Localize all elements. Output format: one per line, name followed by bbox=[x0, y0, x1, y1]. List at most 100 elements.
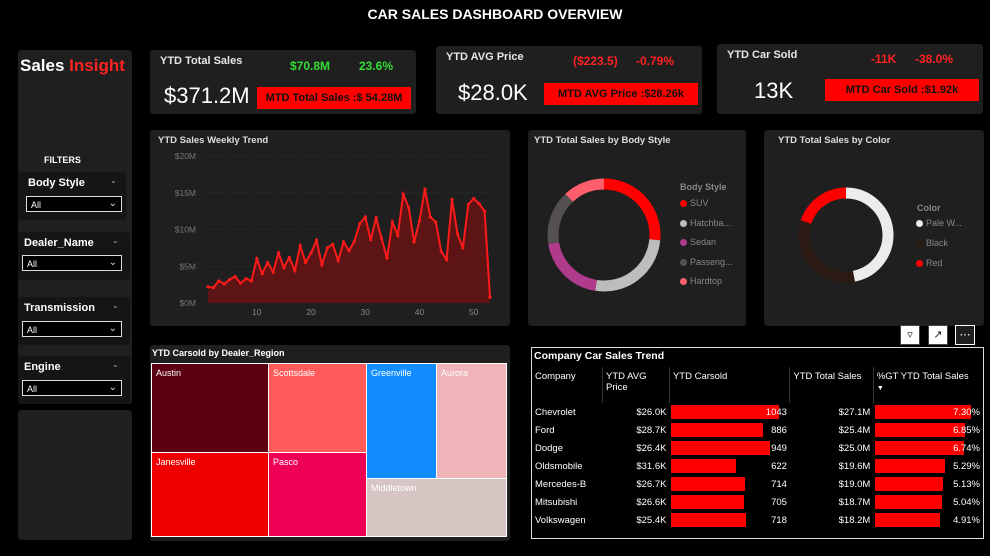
legend-item[interactable]: Passeng... bbox=[680, 257, 733, 267]
legend-item[interactable]: Black bbox=[916, 238, 948, 248]
trend-point bbox=[385, 256, 389, 260]
kpi-delta-pct: 23.6% bbox=[359, 59, 394, 73]
kpi-label: YTD Total Sales bbox=[160, 55, 243, 67]
kpi-label: YTD Car Sold bbox=[727, 49, 798, 61]
cell-carsold: 705 bbox=[669, 493, 789, 511]
carsold-bar bbox=[671, 441, 770, 455]
cell-pct-gt: 5.04% bbox=[873, 493, 983, 511]
filter-icon[interactable]: ▿ bbox=[900, 325, 920, 345]
x-tick-label: 40 bbox=[415, 307, 425, 317]
trend-point bbox=[206, 285, 210, 289]
chevron-down-icon[interactable]: ⌄ bbox=[112, 360, 119, 369]
trend-point bbox=[304, 260, 308, 265]
col-total-sales[interactable]: YTD Total Sales bbox=[789, 367, 874, 403]
treemap-aurora[interactable]: Aurora bbox=[436, 363, 507, 479]
legend-dot-icon bbox=[916, 240, 923, 248]
mtd-badge: MTD Total Sales :$ 54.28M bbox=[257, 87, 411, 109]
table-row[interactable]: Ford $28.7K 886 $25.4M 6.85% bbox=[532, 421, 983, 439]
chevron-down-icon[interactable]: ⌄ bbox=[110, 176, 117, 185]
trend-point bbox=[477, 202, 481, 206]
legend-label: Pale W... bbox=[926, 218, 963, 228]
filter-body-style: Body Style ⌄ All ⌄ bbox=[18, 172, 126, 220]
legend-item[interactable]: Pale W... bbox=[916, 218, 962, 228]
col-carsold[interactable]: YTD Carsold bbox=[669, 367, 791, 403]
dropdown-value: All bbox=[31, 200, 42, 210]
cell-pct-gt: 7.30% bbox=[873, 403, 983, 421]
focus-mode-icon[interactable]: ↗ bbox=[928, 325, 948, 345]
legend-dot-icon bbox=[916, 260, 923, 268]
trend-point bbox=[336, 258, 340, 262]
trend-point bbox=[217, 279, 221, 283]
chevron-down-icon[interactable]: ⌄ bbox=[112, 236, 119, 245]
treemap-pasco[interactable]: Pasco bbox=[268, 452, 367, 537]
mtd-badge: MTD AVG Price :$28.26k bbox=[544, 83, 698, 105]
carsold-bar bbox=[671, 513, 746, 527]
logo-sales: Sales bbox=[20, 56, 70, 75]
pct-bar bbox=[875, 513, 940, 527]
x-tick-label: 10 bbox=[252, 307, 262, 317]
filter-title-body-style: Body Style bbox=[28, 177, 85, 189]
carsold-bar bbox=[671, 495, 745, 509]
trend-point bbox=[401, 192, 405, 196]
body-style-dropdown[interactable]: All ⌄ bbox=[26, 196, 122, 212]
cell-pct-gt: 5.13% bbox=[873, 475, 983, 493]
cell-total-sales: $27.1M bbox=[838, 406, 871, 418]
chevron-down-icon: ⌄ bbox=[108, 198, 117, 209]
trend-point bbox=[331, 242, 335, 246]
x-tick-label: 20 bbox=[306, 307, 316, 317]
carsold-bar bbox=[671, 459, 736, 473]
chart-title: YTD Total Sales by Body Style bbox=[534, 135, 671, 146]
legend-item[interactable]: Red bbox=[916, 258, 943, 268]
trend-point bbox=[396, 233, 400, 237]
chevron-down-icon: ⌄ bbox=[108, 323, 117, 334]
table-row[interactable]: Dodge $26.4K 949 $25.0M 6.74% bbox=[532, 439, 983, 457]
table-header-row: Company YTD AVG Price YTD Carsold YTD To… bbox=[532, 367, 983, 403]
legend-item[interactable]: SUV bbox=[680, 198, 709, 208]
trend-point bbox=[455, 232, 460, 236]
filter-title-engine: Engine bbox=[24, 361, 61, 373]
trend-point bbox=[439, 249, 443, 254]
table-row[interactable]: Chevrolet $26.0K 1043 $27.1M 7.30% bbox=[532, 403, 983, 421]
dropdown-value: All bbox=[27, 325, 38, 335]
body-style-card: YTD Total Sales by Body Style Body Style… bbox=[528, 130, 746, 326]
table-row[interactable]: Volkswagen $25.4K 718 $18.2M 4.91% bbox=[532, 511, 983, 529]
donut-slice bbox=[845, 187, 894, 282]
trend-point bbox=[228, 277, 232, 282]
cell-carsold: 949 bbox=[669, 439, 789, 457]
col-pct-gt[interactable]: %GT YTD Total Sales ▼ bbox=[873, 367, 983, 403]
legend-item[interactable]: Hardtop bbox=[680, 276, 722, 286]
dealer-name-dropdown[interactable]: All ⌄ bbox=[22, 255, 122, 271]
treemap-greenville[interactable]: Greenville bbox=[366, 363, 437, 479]
chevron-down-icon[interactable]: ⌄ bbox=[112, 301, 119, 310]
cell-carsold: 622 bbox=[669, 457, 789, 475]
table-row[interactable]: Mercedes-B $26.7K 714 $19.0M 5.13% bbox=[532, 475, 983, 493]
engine-dropdown[interactable]: All ⌄ bbox=[22, 380, 122, 396]
treemap-austin[interactable]: Austin bbox=[151, 363, 269, 453]
x-tick-label: 50 bbox=[469, 307, 479, 317]
trend-point bbox=[244, 277, 248, 281]
chart-title: YTD Total Sales by Color bbox=[778, 135, 891, 146]
table-row[interactable]: Mitsubishi $26.6K 705 $18.7M 5.04% bbox=[532, 493, 983, 511]
transmission-dropdown[interactable]: All ⌄ bbox=[22, 321, 122, 337]
filter-title-dealer-name: Dealer_Name bbox=[24, 237, 94, 249]
treemap-janesville[interactable]: Janesville bbox=[151, 452, 269, 537]
table-row[interactable]: Oldsmobile $31.6K 622 $19.6M 5.29% bbox=[532, 457, 983, 475]
kpi-delta-pct: -38.0% bbox=[915, 52, 954, 66]
company-table-card: Company Car Sales Trend Company YTD AVG … bbox=[531, 347, 984, 539]
legend-label: Sedan bbox=[690, 237, 717, 247]
legend-label: Black bbox=[926, 238, 949, 248]
legend-item[interactable]: Hatchba... bbox=[680, 218, 731, 228]
legend-item[interactable]: Sedan bbox=[680, 237, 716, 247]
treemap-scottsdale[interactable]: Scottsdale bbox=[268, 363, 367, 453]
legend-label: Passeng... bbox=[690, 256, 733, 267]
trend-point bbox=[238, 281, 243, 285]
col-company[interactable]: Company bbox=[532, 367, 604, 403]
trend-point bbox=[266, 260, 270, 265]
cell-carsold: 714 bbox=[669, 475, 789, 493]
col-avg-price[interactable]: YTD AVG Price bbox=[602, 367, 670, 403]
legend-dot-icon bbox=[680, 219, 687, 227]
treemap-middletown[interactable]: Middletown bbox=[366, 478, 507, 537]
more-options-icon[interactable]: ⋯ bbox=[955, 325, 975, 345]
cell-avg-price: $25.4K bbox=[636, 514, 667, 526]
trend-point bbox=[320, 263, 324, 267]
